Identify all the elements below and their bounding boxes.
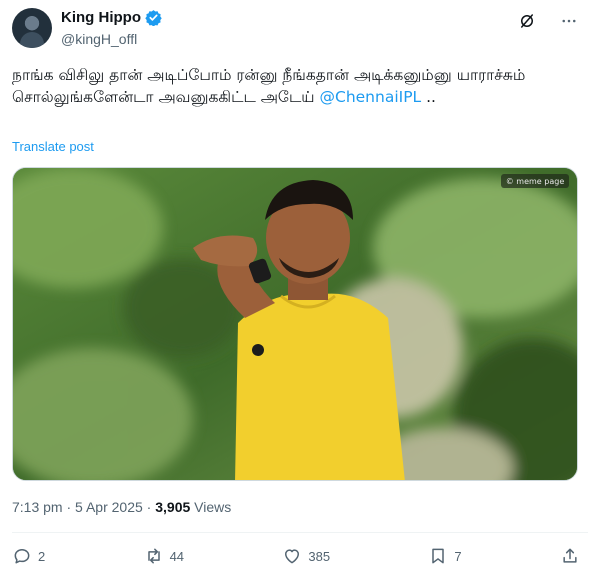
repost-icon <box>147 548 160 564</box>
tweet-card: King Hippo @kingH_offl நாங்க விசிலு தான்… <box>0 0 600 583</box>
avatar[interactable] <box>12 8 52 48</box>
bookmark-button[interactable]: 7 <box>428 546 462 566</box>
tweet-text-main: நாங்க விசிலு தான் அடிப்போம் ரன்னு நீங்கத… <box>12 66 526 106</box>
views-label: Views <box>194 499 232 515</box>
like-icon <box>285 549 300 564</box>
repost-count: 44 <box>169 548 185 564</box>
author-handle[interactable]: @kingH_offl <box>61 31 137 47</box>
media-illustration: © meme page <box>13 168 577 480</box>
mention-link[interactable]: @ChennaiIPL <box>320 88 422 106</box>
bookmark-icon <box>432 548 445 564</box>
repost-button[interactable]: 44 <box>144 546 184 566</box>
like-count: 385 <box>308 548 331 564</box>
meta-separator: · <box>146 499 156 515</box>
tweet-text-end: .. <box>421 88 436 106</box>
reply-count: 2 <box>38 548 46 564</box>
tweet-media-image[interactable]: © meme page <box>12 167 578 481</box>
top-actions <box>516 10 580 32</box>
translate-post-link[interactable]: Translate post <box>12 139 94 154</box>
share-icon <box>563 548 577 563</box>
tweet-meta: 7:13 pm · 5 Apr 2025 · 3,905 Views <box>12 499 231 515</box>
tweet-time[interactable]: 7:13 pm <box>12 499 63 515</box>
bookmark-count: 7 <box>454 548 462 564</box>
divider <box>12 532 588 533</box>
more-icon[interactable] <box>558 10 580 32</box>
media-watermark: © meme page <box>506 177 565 186</box>
tweet-date[interactable]: 5 Apr 2025 <box>75 499 143 515</box>
reply-button[interactable]: 2 <box>12 546 45 566</box>
views-count: 3,905 <box>155 499 191 515</box>
like-button[interactable]: 385 <box>282 546 330 566</box>
author-display-name[interactable]: King Hippo <box>61 9 141 26</box>
engagement-bar: 2 44 385 7 <box>12 546 580 566</box>
tweet-text: நாங்க விசிலு தான் அடிப்போம் ரன்னு நீங்கத… <box>12 64 572 108</box>
author-name-row: King Hippo <box>61 9 162 26</box>
meta-separator: · <box>66 499 76 515</box>
grok-icon[interactable] <box>516 10 538 32</box>
share-button[interactable] <box>560 546 580 566</box>
reply-icon <box>14 549 30 564</box>
verified-badge-icon <box>145 10 162 26</box>
